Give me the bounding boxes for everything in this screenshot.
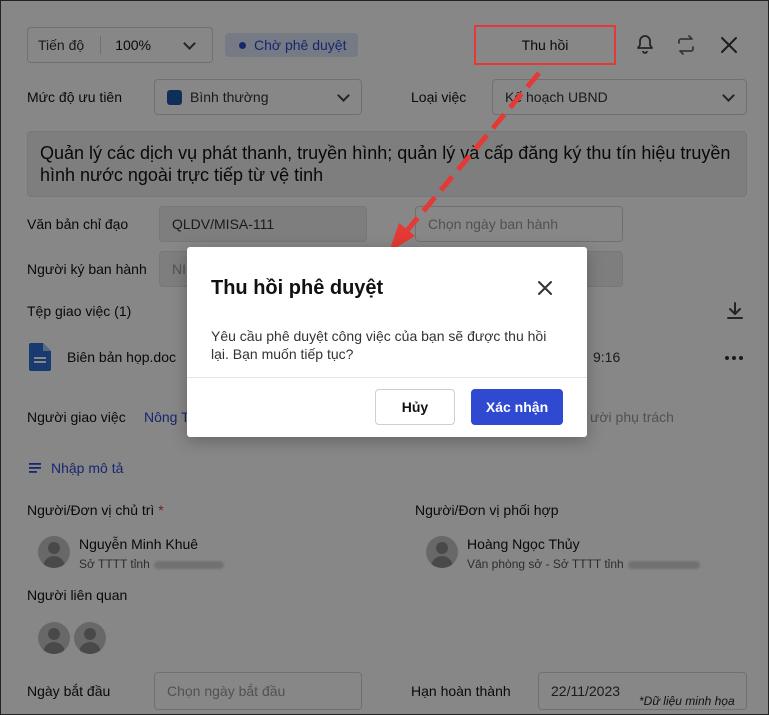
task-detail-window: Tiến độ 100% Chờ phê duyệt Thu hồi Mức đ…: [0, 0, 769, 715]
recall-approval-dialog: Thu hồi phê duyệt Yêu cầu phê duyệt công…: [187, 247, 587, 437]
demo-data-note: *Dữ liệu minh họa: [639, 694, 735, 708]
close-icon[interactable]: [533, 276, 557, 300]
confirm-button-label: Xác nhận: [485, 399, 549, 415]
cancel-button[interactable]: Hủy: [375, 389, 455, 425]
dialog-title: Thu hồi phê duyệt: [211, 277, 384, 299]
dialog-divider: [187, 377, 587, 378]
dialog-message: Yêu cầu phê duyệt công việc của bạn sẽ đ…: [211, 328, 547, 362]
confirm-button[interactable]: Xác nhận: [471, 389, 563, 425]
cancel-button-label: Hủy: [401, 399, 429, 415]
